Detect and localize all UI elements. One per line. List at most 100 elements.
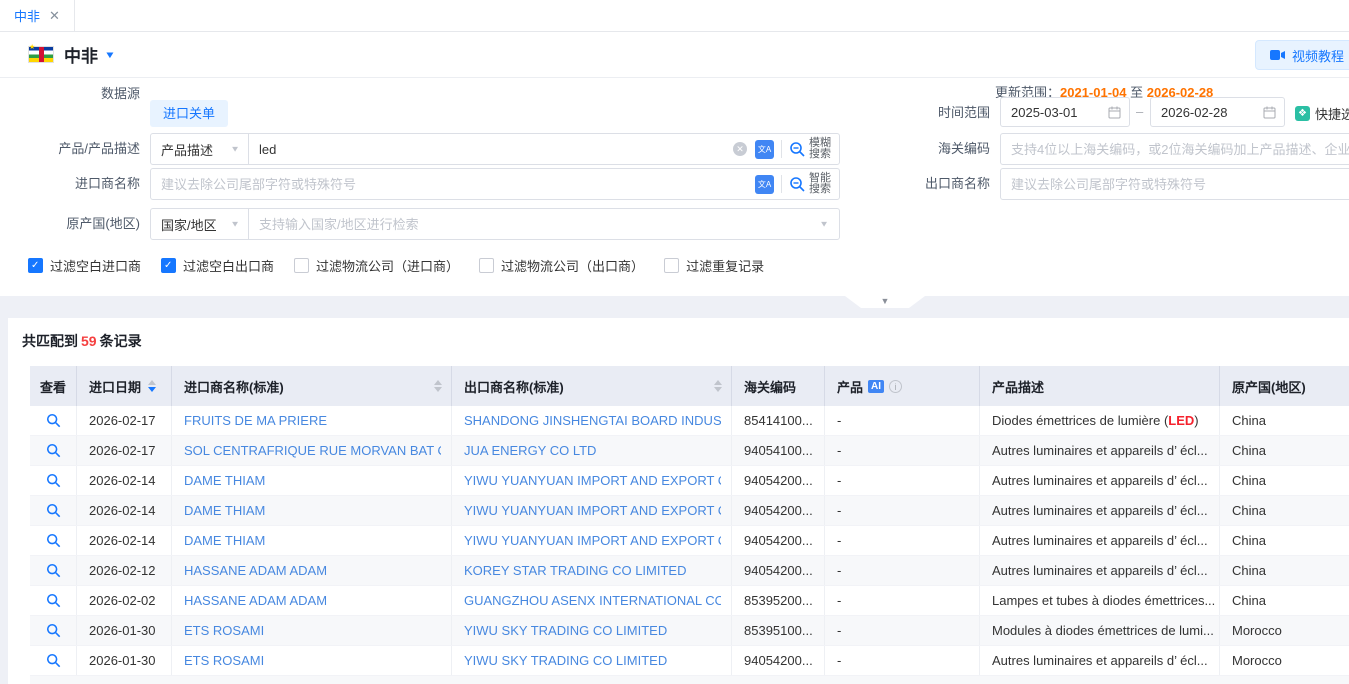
video-tutorial-button[interactable]: 视频教程 xyxy=(1255,40,1349,70)
view-record-button[interactable] xyxy=(46,653,61,668)
importer-link[interactable]: DAME THIAM xyxy=(184,533,265,548)
col-import-date[interactable]: 进口日期 xyxy=(77,366,172,406)
chevron-down-icon: ▼ xyxy=(819,220,829,229)
filter-logistics-importer[interactable]: 过滤物流公司（进口商） xyxy=(294,256,459,275)
table-row: 2026-02-17FRUITS DE MA PRIERESHANDONG JI… xyxy=(30,406,1349,436)
view-record-button[interactable] xyxy=(46,503,61,518)
col-product-ai: 产品 AI i xyxy=(825,366,980,406)
importer-link[interactable]: DAME THIAM xyxy=(184,503,265,518)
view-record-button[interactable] xyxy=(46,413,61,428)
divider xyxy=(781,175,782,193)
cell-description: Diodes émettrices de lumière (LED) xyxy=(980,406,1220,435)
cell-product: - xyxy=(825,556,980,585)
view-record-button[interactable] xyxy=(46,533,61,548)
quick-select-button[interactable]: ❖ 快捷选 xyxy=(1295,104,1349,123)
checkbox[interactable] xyxy=(28,258,43,273)
clear-icon[interactable]: ✕ xyxy=(733,142,747,156)
table-body: 2026-02-17 FRUITS DE MA PRIERE SHANDONG JI… xyxy=(30,406,1349,684)
time-range-label: 时间范围 xyxy=(878,97,990,129)
cell-import-date: 2026-02-12 xyxy=(77,556,172,585)
importer-link[interactable]: HASSANE ADAM ADAM xyxy=(184,593,327,608)
central-african-republic-flag-icon: ★ xyxy=(28,46,54,63)
cell-description: Autres luminaires et appareils d’ écl... xyxy=(980,466,1220,495)
importer-label: 进口商名称 xyxy=(28,168,140,200)
cell-importer: ETS ROSAMI xyxy=(172,616,452,645)
exporter-label: 出口商名称 xyxy=(878,168,990,200)
sort-control[interactable] xyxy=(148,380,156,392)
view-record-button[interactable] xyxy=(46,623,61,638)
filter-duplicate-records[interactable]: 过滤重复记录 xyxy=(664,256,764,275)
cell-import-date: 2026-02-14 xyxy=(77,526,172,555)
exporter-link[interactable]: SHANDONG JINSHENGTAI BOARD INDUST... xyxy=(464,413,721,428)
cell-importer: ETS ROSAMI xyxy=(172,646,452,675)
search-icon xyxy=(46,563,61,578)
translate-icon[interactable]: 文A xyxy=(755,140,774,159)
importer-name-input[interactable] xyxy=(151,169,755,199)
tab-central-africa[interactable]: 中非 ✕ xyxy=(0,0,75,31)
exporter-link[interactable]: YIWU YUANYUAN IMPORT AND EXPORT C... xyxy=(464,533,721,548)
checkbox[interactable] xyxy=(294,258,309,273)
view-record-button[interactable] xyxy=(46,593,61,608)
cell-importer: DAME THIAM xyxy=(172,496,452,525)
end-date-input[interactable]: 2026-02-28 xyxy=(1150,97,1285,127)
cell-product: - xyxy=(825,586,980,615)
col-importer[interactable]: 进口商名称(标准) xyxy=(172,366,452,406)
search-form: 数据源 进口关单 更新范围：2021-01-04 至 2026-02-28 时间… xyxy=(0,78,1349,296)
cell-description: Autres luminaires et appareils d’ écl... xyxy=(980,496,1220,525)
sort-control[interactable] xyxy=(434,380,442,392)
search-icon xyxy=(46,623,61,638)
importer-link[interactable]: DAME THIAM xyxy=(184,473,265,488)
origin-country-input[interactable] xyxy=(249,209,819,239)
filter-logistics-exporter[interactable]: 过滤物流公司（出口商） xyxy=(479,256,644,275)
exporter-link[interactable]: YIWU SKY TRADING CO LIMITED xyxy=(464,623,667,638)
exporter-link[interactable]: JUA ENERGY CO LTD xyxy=(464,443,596,458)
cell-exporter: YIWU YUANYUAN IMPORT AND EXPORT C... xyxy=(452,526,732,555)
search-icon xyxy=(46,653,61,668)
country-region-select[interactable]: 国家/地区▼ xyxy=(151,209,249,239)
cell-product: - xyxy=(825,436,980,465)
search-icon xyxy=(46,533,61,548)
col-exporter[interactable]: 出口商名称(标准) xyxy=(452,366,732,406)
importer-link[interactable]: SOL CENTRAFRIQUE RUE MORVAN BAT OF... xyxy=(184,443,441,458)
fuzzy-search-button[interactable]: 模糊搜索 xyxy=(789,138,839,160)
filter-blank-exporter[interactable]: 过滤空白出口商 xyxy=(161,256,274,275)
close-icon[interactable]: ✕ xyxy=(49,8,60,24)
smart-search-button[interactable]: 智能搜索 xyxy=(789,173,839,195)
cell-hs-code: 94054100... xyxy=(732,436,825,465)
exporter-link[interactable]: YIWU YUANYUAN IMPORT AND EXPORT C... xyxy=(464,503,721,518)
exporter-link[interactable]: YIWU YUANYUAN IMPORT AND EXPORT C... xyxy=(464,473,721,488)
cell-exporter: KOREY STAR TRADING CO LIMITED xyxy=(452,556,732,585)
importer-link[interactable]: ETS ROSAMI xyxy=(184,623,264,638)
checkbox[interactable] xyxy=(479,258,494,273)
importer-link[interactable]: ETS ROSAMI xyxy=(184,653,264,668)
checkbox[interactable] xyxy=(664,258,679,273)
exporter-link[interactable]: KOREY STAR TRADING CO LIMITED xyxy=(464,563,686,578)
importer-link[interactable]: HASSANE ADAM ADAM xyxy=(184,563,327,578)
info-icon[interactable]: i xyxy=(889,380,902,393)
chevron-down-icon[interactable]: ▼ xyxy=(104,49,116,60)
cell-product: - xyxy=(825,526,980,555)
cell-product: - xyxy=(825,616,980,645)
exporter-link[interactable]: YIWU SKY TRADING CO LIMITED xyxy=(464,653,667,668)
view-record-button[interactable] xyxy=(46,563,61,578)
product-type-select[interactable]: 产品描述▼ xyxy=(151,134,249,164)
importer-link[interactable]: FRUITS DE MA PRIERE xyxy=(184,413,327,428)
translate-icon[interactable]: 文A xyxy=(755,175,774,194)
col-origin: 原产国(地区) xyxy=(1220,366,1349,406)
filter-blank-importer[interactable]: 过滤空白进口商 xyxy=(28,256,141,275)
product-search-input[interactable] xyxy=(249,134,733,164)
sort-control[interactable] xyxy=(714,380,722,392)
hs-code-input[interactable] xyxy=(1000,133,1349,165)
collapse-form-button[interactable]: ▼ xyxy=(845,296,925,308)
exporter-link[interactable]: GUANGZHOU ASENX INTERNATIONAL CO ... xyxy=(464,593,721,608)
cell-product: - xyxy=(825,646,980,675)
cell-description: Modules à diodes émettrices de lumi... xyxy=(980,616,1220,645)
checkbox[interactable] xyxy=(161,258,176,273)
cell-import-date: 2026-02-17 xyxy=(77,436,172,465)
start-date-input[interactable]: 2025-03-01 xyxy=(1000,97,1130,127)
view-record-button[interactable] xyxy=(46,473,61,488)
view-record-button[interactable] xyxy=(46,443,61,458)
shortcut-icon: ❖ xyxy=(1295,106,1310,121)
datasource-import-declaration-button[interactable]: 进口关单 xyxy=(150,100,228,127)
exporter-name-input[interactable] xyxy=(1000,168,1349,200)
